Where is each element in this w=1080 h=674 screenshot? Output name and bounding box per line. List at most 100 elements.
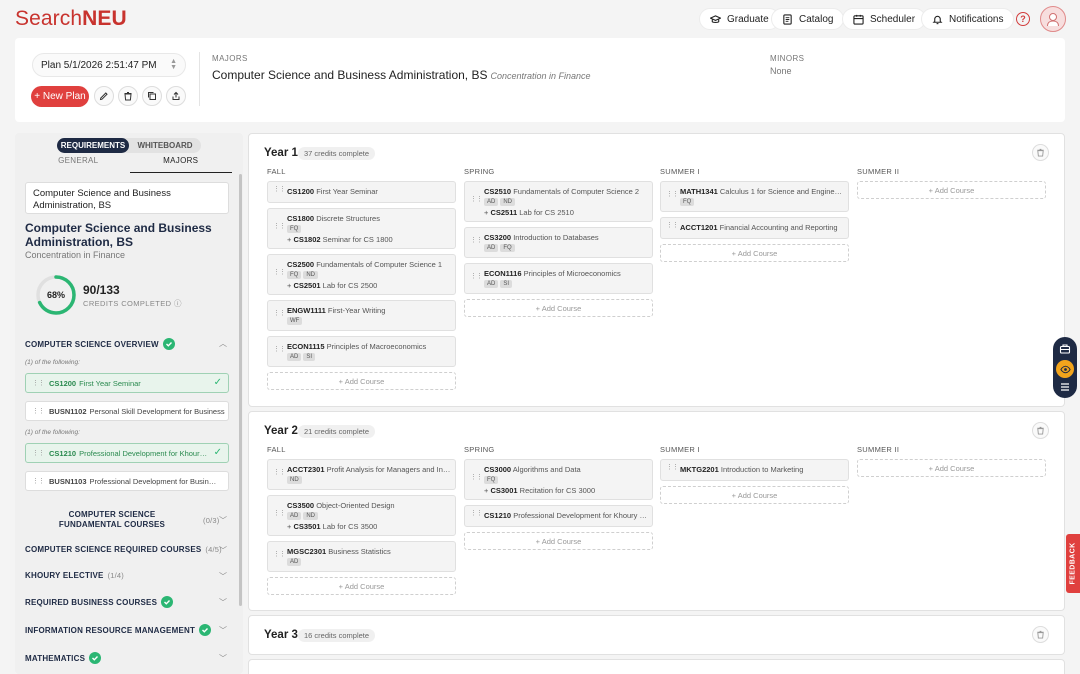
drag-handle-icon[interactable]: ⋮⋮ xyxy=(470,510,483,517)
course-card[interactable]: ⋮⋮ ACCT2301 Profit Analysis for Managers … xyxy=(267,459,456,490)
plan-select[interactable]: Plan 5/1/2026 2:51:47 PM ▲ ▼ xyxy=(32,53,186,77)
course-tag: FQ xyxy=(287,225,302,233)
drag-handle-icon[interactable]: ⋮⋮ xyxy=(470,474,483,481)
add-course-button[interactable]: + Add Course xyxy=(660,486,849,504)
section-mathematics[interactable]: MATHEMATICS xyxy=(25,652,102,664)
new-plan-button[interactable]: + New Plan xyxy=(31,86,89,107)
credits-complete-badge: 21 credits complete xyxy=(298,425,376,438)
info-icon[interactable]: ⓘ xyxy=(174,299,182,308)
briefcase-icon[interactable] xyxy=(1059,343,1071,355)
add-course-button[interactable]: + Add Course xyxy=(857,181,1046,199)
drag-handle-icon[interactable]: ⋮⋮ xyxy=(273,510,286,517)
avatar[interactable] xyxy=(1040,6,1066,32)
course-title: CS3500 Object-Oriented Design xyxy=(287,501,395,510)
course-card[interactable]: ⋮⋮ MATH1341 Calculus 1 for Science and En… xyxy=(660,181,849,212)
course-tag: ND xyxy=(500,198,516,206)
section-cs-fundamental[interactable]: COMPUTER SCIENCE FUNDAMENTAL COURSES xyxy=(37,510,187,530)
req-item-cs1210[interactable]: ⋮⋮ CS1210 Professional Development for Kho… xyxy=(25,443,229,463)
section-cs-required[interactable]: COMPUTER SCIENCE REQUIRED COURSES (4/5) xyxy=(25,545,222,554)
add-course-button[interactable]: + Add Course xyxy=(464,532,653,550)
course-card[interactable]: ⋮⋮ CS1210 Professional Development for Kh… xyxy=(464,505,653,527)
req-item-cs1200[interactable]: ⋮⋮ CS1200 First Year Seminar ✓ xyxy=(25,373,229,393)
major-select[interactable]: Computer Science and Business Administra… xyxy=(25,182,229,214)
scheduler-label: Scheduler xyxy=(870,13,916,25)
catalog-button[interactable]: Catalog xyxy=(771,8,845,30)
tab-whiteboard[interactable]: WHITEBOARD xyxy=(129,138,201,153)
course-title: ECON1115 Principles of Macroeconomics xyxy=(287,342,427,351)
course-card[interactable]: ⋮⋮ ACCT1201 Financial Accounting and Repo… xyxy=(660,217,849,239)
drag-handle-icon[interactable]: ⋮⋮ xyxy=(273,346,286,353)
chevron-down-icon[interactable]: ﹀ xyxy=(219,545,227,556)
chevron-down-icon[interactable]: ﹀ xyxy=(219,571,227,582)
drag-handle-icon[interactable]: ⋮⋮ xyxy=(32,449,45,457)
delete-year-button[interactable] xyxy=(1032,144,1049,161)
drag-handle-icon[interactable]: ⋮⋮ xyxy=(470,196,483,203)
add-course-button[interactable]: + Add Course xyxy=(857,459,1046,477)
course-card[interactable]: ⋮⋮ MKTG2201 Introduction to Marketing xyxy=(660,459,849,481)
delete-plan-button[interactable] xyxy=(118,86,138,106)
tab-majors[interactable]: MAJORS xyxy=(129,156,232,173)
graduate-button[interactable]: Graduate xyxy=(699,8,780,30)
course-card[interactable]: ⋮⋮ MGSC2301 Business Statistics AD xyxy=(267,541,456,572)
course-card[interactable]: ⋮⋮ ECON1115 Principles of Macroeconomics A… xyxy=(267,336,456,367)
drag-handle-icon[interactable]: ⋮⋮ xyxy=(32,407,45,415)
req-item-busn1102[interactable]: ⋮⋮ BUSN1102 Personal Skill Development for… xyxy=(25,401,229,421)
drag-handle-icon[interactable]: ⋮⋮ xyxy=(32,477,45,485)
tab-requirements[interactable]: REQUIREMENTS xyxy=(57,138,129,153)
drag-handle-icon[interactable]: ⋮⋮ xyxy=(273,310,286,317)
list-icon[interactable] xyxy=(1059,381,1071,393)
drag-handle-icon[interactable]: ⋮⋮ xyxy=(666,464,679,471)
drag-handle-icon[interactable]: ⋮⋮ xyxy=(273,269,286,276)
course-card[interactable]: ⋮⋮ ENGW1111 First-Year Writing WF xyxy=(267,300,456,331)
course-tags: AD FQ xyxy=(484,244,515,252)
edit-plan-button[interactable] xyxy=(94,86,114,106)
drag-handle-icon[interactable]: ⋮⋮ xyxy=(32,379,45,387)
delete-year-button[interactable] xyxy=(1032,422,1049,439)
drag-handle-icon[interactable]: ⋮⋮ xyxy=(273,551,286,558)
chevron-down-icon[interactable]: ﹀ xyxy=(219,625,227,636)
drag-handle-icon[interactable]: ⋮⋮ xyxy=(273,186,286,193)
section-khoury-elective[interactable]: KHOURY ELECTIVE (1/4) xyxy=(25,571,124,580)
drag-handle-icon[interactable]: ⋮⋮ xyxy=(470,237,483,244)
course-title: CS3000 Algorithms and Data xyxy=(484,465,581,474)
searchneu-logo[interactable]: SearchNEU xyxy=(15,7,127,31)
tab-general[interactable]: GENERAL xyxy=(27,156,130,173)
course-card[interactable]: ⋮⋮ CS1800 Discrete Structures FQ + CS1802 S… xyxy=(267,208,456,249)
drag-handle-icon[interactable]: ⋮⋮ xyxy=(273,223,286,230)
course-card[interactable]: ⋮⋮ CS2510 Fundamentals of Computer Scienc… xyxy=(464,181,653,222)
course-card[interactable]: ⋮⋮ CS3500 Object-Oriented Design AD ND + CS3… xyxy=(267,495,456,536)
notifications-button[interactable]: Notifications xyxy=(921,8,1015,30)
req-item-busn1103[interactable]: ⋮⋮ BUSN1103 Professional Development for B… xyxy=(25,471,229,491)
add-course-button[interactable]: + Add Course xyxy=(464,299,653,317)
add-course-button[interactable]: + Add Course xyxy=(267,372,456,390)
sidebar-scrollbar[interactable] xyxy=(239,174,242,606)
course-card[interactable]: ⋮⋮ CS3000 Algorithms and Data FQ + CS3001 R… xyxy=(464,459,653,500)
course-card[interactable]: ⋮⋮ CS3200 Introduction to Databases AD FQ xyxy=(464,227,653,258)
course-card[interactable]: ⋮⋮ CS1200 First Year Seminar xyxy=(267,181,456,203)
drag-handle-icon[interactable]: ⋮⋮ xyxy=(666,222,679,229)
add-course-button[interactable]: + Add Course xyxy=(660,244,849,262)
add-course-button[interactable]: + Add Course xyxy=(267,577,456,595)
section-info-resource[interactable]: INFORMATION RESOURCE MANAGEMENT xyxy=(25,624,212,636)
chevron-up-icon[interactable]: ︿ xyxy=(219,338,227,349)
chevron-down-icon[interactable]: ﹀ xyxy=(219,597,227,608)
course-title: ENGW1111 First-Year Writing xyxy=(287,306,386,315)
section-required-business[interactable]: REQUIRED BUSINESS COURSES xyxy=(25,596,174,608)
help-icon[interactable]: ? xyxy=(1016,12,1030,26)
share-plan-button[interactable] xyxy=(166,86,186,106)
chevron-down-icon[interactable]: ﹀ xyxy=(219,515,227,526)
chevron-down-icon[interactable]: ﹀ xyxy=(219,653,227,664)
scheduler-button[interactable]: Scheduler xyxy=(842,8,927,30)
course-title: MATH1341 Calculus 1 for Science and Engi… xyxy=(680,187,844,196)
delete-year-button[interactable] xyxy=(1032,626,1049,643)
drag-handle-icon[interactable]: ⋮⋮ xyxy=(273,469,286,476)
section-cs-overview[interactable]: COMPUTER SCIENCE OVERVIEW xyxy=(25,338,175,350)
feedback-button[interactable]: FEEDBACK xyxy=(1066,534,1080,593)
duplicate-plan-button[interactable] xyxy=(142,86,162,106)
drag-handle-icon[interactable]: ⋮⋮ xyxy=(470,273,483,280)
eye-toggle-button[interactable] xyxy=(1056,360,1074,378)
drag-handle-icon[interactable]: ⋮⋮ xyxy=(666,191,679,198)
course-card[interactable]: ⋮⋮ ECON1116 Principles of Microeconomics A… xyxy=(464,263,653,294)
course-card[interactable]: ⋮⋮ CS2500 Fundamentals of Computer Scienc… xyxy=(267,254,456,295)
year-title: Year 1 xyxy=(264,147,298,159)
